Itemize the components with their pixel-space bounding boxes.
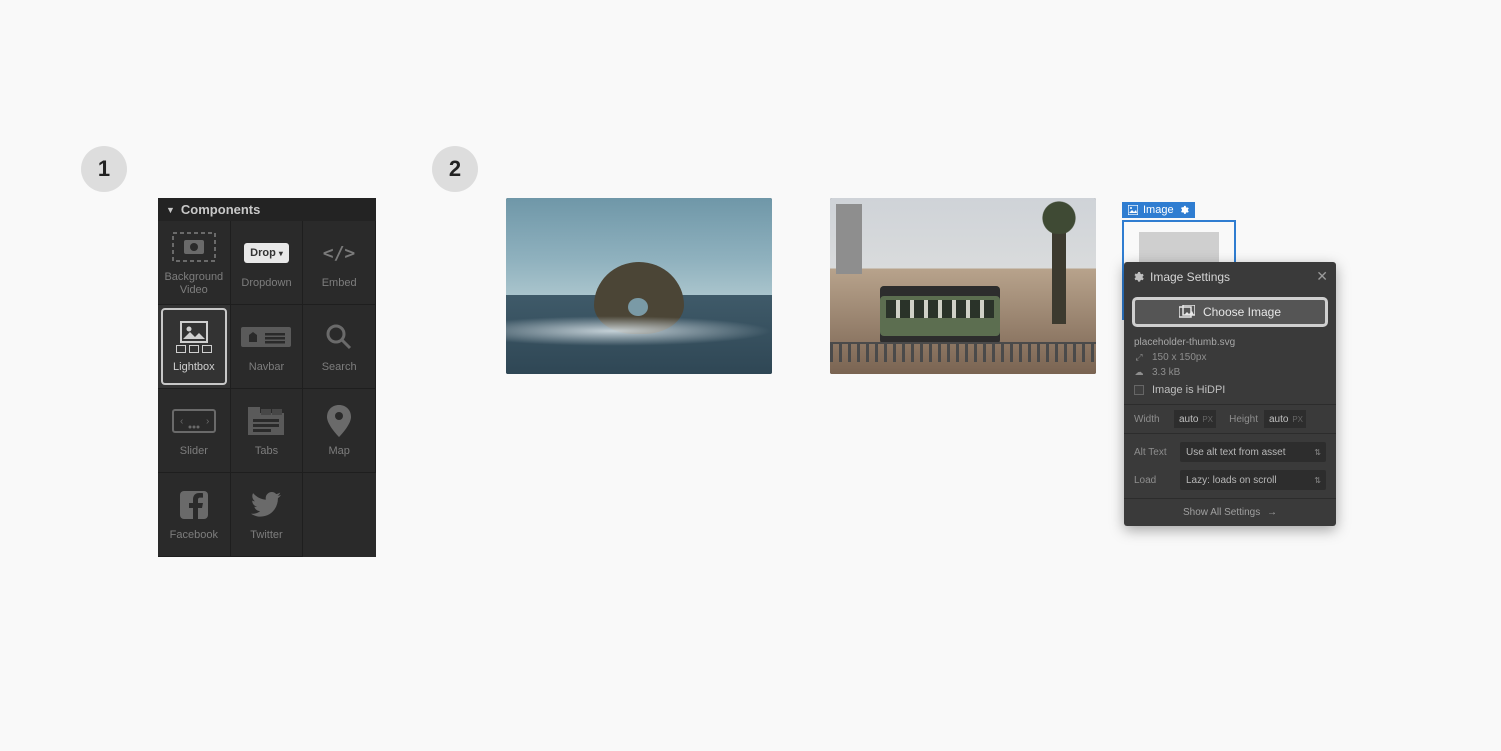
image-dimensions: 150 x 150px [1152,352,1207,363]
show-all-settings-button[interactable]: Show All Settings → [1124,498,1336,526]
example-image-ocean [506,198,772,374]
svg-text:›: › [206,416,209,427]
component-lightbox[interactable]: Lightbox [158,305,231,389]
gear-icon [1132,271,1144,283]
components-panel: ▼ Components Background Video Drop ▾ Dro… [158,198,376,557]
alt-text-row: Alt Text Use alt text from asset ⇅ [1124,433,1336,466]
hidpi-label: Image is HiDPI [1152,384,1225,396]
components-panel-header[interactable]: ▼ Components [158,198,376,221]
choose-image-button[interactable]: Choose Image [1132,297,1328,327]
dropdown-pill-text: Drop [250,247,276,259]
example-image-streetcar [830,198,1096,374]
hidpi-row: Image is HiDPI [1124,380,1336,404]
embed-icon: </> [319,241,359,265]
component-facebook[interactable]: Facebook [158,473,231,557]
components-panel-title: Components [181,202,260,217]
image-filesize-row: ☁ 3.3 kB [1124,365,1336,380]
dropdown-pill-icon: Drop ▾ [244,243,289,263]
caret-down-icon: ▼ [166,205,175,215]
image-tag-icon [1128,205,1138,215]
component-label: Search [322,361,357,373]
width-label: Width [1134,414,1168,425]
svg-text:‹: ‹ [180,416,183,427]
height-unit: PX [1292,415,1303,424]
component-slider[interactable]: ‹ › Slider [158,389,231,473]
component-label: Map [328,445,349,457]
close-icon[interactable]: ✕ [1316,268,1328,285]
height-value: auto [1269,414,1288,425]
chevron-updown-icon: ⇅ [1314,448,1321,457]
component-label: Facebook [170,529,218,541]
image-filename: placeholder-thumb.svg [1124,333,1336,350]
image-dimensions-row: ⤢ 150 x 150px [1124,350,1336,365]
search-icon [324,322,354,352]
image-filesize: 3.3 kB [1152,367,1180,378]
width-unit: PX [1202,415,1213,424]
twitter-icon [251,492,281,518]
show-all-label: Show All Settings [1183,507,1260,518]
image-settings-panel: Image Settings ✕ Choose Image placeholde… [1124,262,1336,526]
component-label: Dropdown [241,277,291,289]
component-label: Navbar [249,361,284,373]
component-label: Tabs [255,445,278,457]
image-settings-header: Image Settings ✕ [1124,262,1336,291]
choose-image-label: Choose Image [1203,305,1281,319]
image-settings-title: Image Settings [1150,270,1230,284]
map-pin-icon [327,405,351,437]
step-badge-2: 2 [432,146,478,192]
component-navbar[interactable]: Navbar [231,305,304,389]
alt-text-select[interactable]: Use alt text from asset ⇅ [1180,442,1326,462]
dimension-inputs-row: Width auto PX Height auto PX [1124,404,1336,433]
facebook-icon [180,491,208,519]
height-input[interactable]: auto PX [1264,410,1306,428]
choose-image-icon [1179,305,1195,319]
component-twitter[interactable]: Twitter [231,473,304,557]
component-dropdown[interactable]: Drop ▾ Dropdown [231,221,304,305]
arrow-right-icon: → [1267,507,1277,518]
element-tag-label: Image [1143,204,1174,216]
height-label: Height [1222,414,1258,425]
component-label: Lightbox [173,361,215,373]
slider-icon: ‹ › [172,409,216,433]
load-row: Load Lazy: loads on scroll ⇅ [1124,466,1336,498]
component-embed[interactable]: </> Embed [303,221,376,305]
component-map[interactable]: Map [303,389,376,473]
background-video-icon [172,232,216,262]
hidpi-checkbox[interactable] [1134,385,1144,395]
load-select[interactable]: Lazy: loads on scroll ⇅ [1180,470,1326,490]
element-selection-tag[interactable]: Image [1122,202,1195,218]
components-grid: Background Video Drop ▾ Dropdown </> Emb… [158,221,376,557]
svg-text:</>: </> [323,243,356,264]
chevron-updown-icon: ⇅ [1314,476,1321,485]
image-icon [180,321,208,343]
width-value: auto [1179,414,1198,425]
gear-icon[interactable] [1179,205,1189,215]
tabs-icon [248,407,284,435]
navbar-icon [241,327,291,347]
width-input[interactable]: auto PX [1174,410,1216,428]
dimensions-icon: ⤢ [1134,352,1144,363]
component-background-video[interactable]: Background Video [158,221,231,305]
alt-text-value: Use alt text from asset [1186,447,1285,458]
step-badge-1: 1 [81,146,127,192]
component-tabs[interactable]: Tabs [231,389,304,473]
component-label: Embed [322,277,357,289]
filesize-icon: ☁ [1134,367,1144,378]
load-value: Lazy: loads on scroll [1186,475,1277,486]
lightbox-thumbnails-icon [176,345,212,353]
component-label: Twitter [250,529,282,541]
alt-text-label: Alt Text [1134,447,1174,458]
component-search[interactable]: Search [303,305,376,389]
component-label: Background Video [158,271,230,295]
load-label: Load [1134,475,1174,486]
component-label: Slider [180,445,208,457]
